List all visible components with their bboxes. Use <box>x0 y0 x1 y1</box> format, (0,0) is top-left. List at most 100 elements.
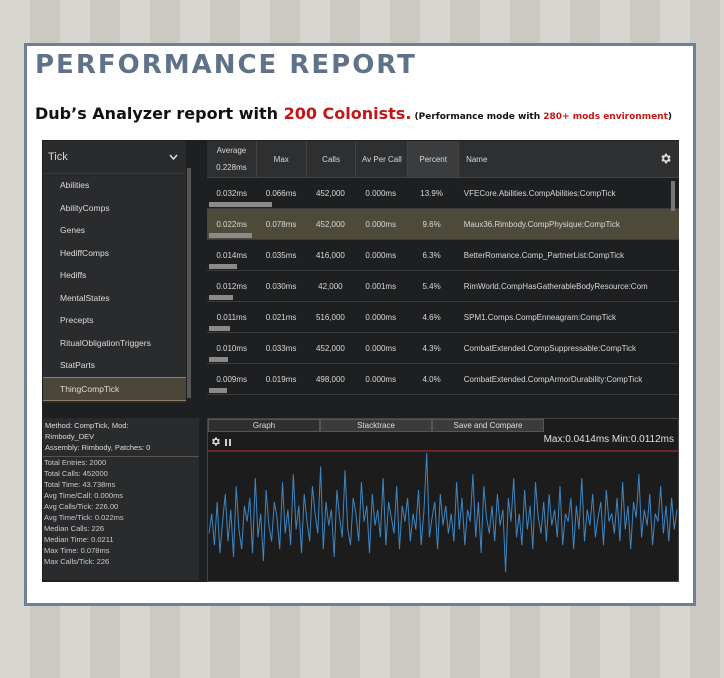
details-mod: Rimbody_DEV <box>45 432 95 441</box>
cell-max: 0.030ms <box>265 281 297 291</box>
cell-calls: 416,000 <box>315 250 345 260</box>
cell-av-per-call: 0.000ms <box>365 374 397 384</box>
stat-avg-time-tick: Avg Time/Tick: 0.022ms <box>44 513 124 522</box>
sidebar-item-abilitycomps[interactable]: AbilityComps <box>43 197 186 220</box>
stat-avg-calls-tick: Avg Calls/Tick: 226.00 <box>44 502 119 511</box>
cell-name: Maux36.Rimbody.CompPhysique:CompTick <box>463 219 620 229</box>
sidebar-item-statparts[interactable]: StatParts <box>43 354 186 377</box>
cell-percent: 4.0% <box>422 374 441 384</box>
col-average-label: Average <box>216 146 247 155</box>
subtitle-note-prefix: (Performance mode with <box>411 112 544 122</box>
cell-av-per-call: 0.000ms <box>365 343 397 353</box>
cell-max: 0.021ms <box>265 312 297 322</box>
cell-calls: 498,000 <box>315 374 345 384</box>
stat-max-calls-tick: Max Calls/Tick: 226 <box>44 557 110 566</box>
details-method: Method: CompTick, Mod: <box>45 421 129 430</box>
subtitle-note-mods: 280+ mods environment <box>543 112 668 122</box>
sidebar-item-mentalstates[interactable]: MentalStates <box>43 287 186 310</box>
cell-name: CombatExtended.CompSuppressable:CompTick <box>463 343 636 353</box>
table-header: Average 0.228ms Max Calls Av Per Call Pe… <box>207 141 679 178</box>
col-average[interactable]: Average 0.228ms <box>207 141 257 177</box>
subtitle-prefix: Dub’s Analyzer report with <box>35 104 284 123</box>
cell-name: CombatExtended.CompArmorDurability:CompT… <box>463 374 643 384</box>
sidebar-item-hediffcomps[interactable]: HediffComps <box>43 242 186 265</box>
stat-total-entries: Total Entries: 2000 <box>44 458 107 467</box>
cell-percent: 13.9% <box>420 188 443 198</box>
cell-av-per-call: 0.001ms <box>365 281 397 291</box>
table-row[interactable]: 0.011ms 0.021ms 516,000 0.000ms 4.6% SPM1.Com… <box>207 302 679 333</box>
cell-average: 0.022ms <box>216 219 248 229</box>
category-label: Tick <box>48 151 68 163</box>
cell-calls: 42,000 <box>318 281 343 291</box>
cell-average: 0.009ms <box>216 374 248 384</box>
cell-percent: 5.4% <box>422 281 441 291</box>
sidebar-item-precepts[interactable]: Precepts <box>43 309 186 332</box>
cell-calls: 516,000 <box>315 312 345 322</box>
col-max[interactable]: Max <box>257 141 307 177</box>
chevron-down-icon <box>169 151 178 163</box>
stat-avg-time-call: Avg Time/Call: 0.000ms <box>44 491 124 500</box>
table-scrollbar[interactable] <box>671 181 675 211</box>
subtitle-colonists: 200 Colonists. <box>283 104 412 123</box>
analyzer-window: Tick Abilities AbilityComps Genes Hediff… <box>42 140 679 582</box>
stat-median-time: Median Time: 0.0211 <box>44 535 114 544</box>
cell-max: 0.066ms <box>265 188 297 198</box>
table-row[interactable]: 0.032ms 0.066ms 452,000 0.000ms 13.9% VFECore… <box>207 178 679 209</box>
col-average-total: 0.228ms <box>216 163 247 172</box>
cell-name: SPM1.Comps.CompEnneagram:CompTick <box>463 312 616 322</box>
tab-save-and-compare[interactable]: Save and Compare <box>432 419 544 432</box>
table-settings-button[interactable] <box>652 141 679 177</box>
graph-plot <box>208 450 678 573</box>
table-row[interactable]: 0.014ms 0.035ms 416,000 0.000ms 6.3% BetterRo… <box>207 240 679 271</box>
page-subtitle: Dub’s Analyzer report with 200 Colonists… <box>35 104 672 123</box>
subtitle-note-suffix: ) <box>667 112 673 122</box>
percent-bar <box>209 357 228 362</box>
graph-tabs: Graph Stacktrace Save and Compare <box>208 419 678 432</box>
stat-total-calls: Total Calls: 452000 <box>44 469 108 478</box>
percent-bar <box>209 233 252 238</box>
table-row[interactable]: 0.010ms 0.033ms 452,000 0.000ms 4.3% CombatEx… <box>207 333 679 364</box>
stat-max-time: Max Time: 0.078ms <box>44 546 110 555</box>
sidebar-item-hediffs[interactable]: Hediffs <box>43 264 186 287</box>
cell-max: 0.019ms <box>265 374 297 384</box>
cell-average: 0.014ms <box>216 250 248 260</box>
col-name[interactable]: Name <box>459 141 652 177</box>
sidebar-item-thingcomptick[interactable]: ThingCompTick <box>43 376 186 401</box>
cell-max: 0.035ms <box>265 250 297 260</box>
tab-graph[interactable]: Graph <box>208 419 320 432</box>
category-dropdown[interactable]: Tick <box>43 141 186 174</box>
table-row[interactable]: 0.009ms 0.019ms 498,000 0.000ms 4.0% CombatEx… <box>207 364 679 395</box>
timing-series-line <box>208 452 678 573</box>
cell-average: 0.012ms <box>216 281 248 291</box>
cell-average: 0.010ms <box>216 343 248 353</box>
cell-av-per-call: 0.000ms <box>365 188 397 198</box>
category-sidebar: Tick Abilities AbilityComps Genes Hediff… <box>43 141 186 403</box>
cell-name: VFECore.Abilities.CompAbilities:CompTick <box>463 188 616 198</box>
table-row[interactable]: 0.012ms 0.030ms 42,000 0.001ms 5.4% RimWorld.… <box>207 271 679 302</box>
sidebar-item-ritualobligationtriggers[interactable]: RitualObligationTriggers <box>43 332 186 355</box>
cell-max: 0.033ms <box>265 343 297 353</box>
percent-bar <box>209 295 233 300</box>
details-panel: Method: CompTick, Mod: Rimbody_DEV Assem… <box>43 418 199 580</box>
percent-bar <box>209 326 230 331</box>
col-av-per-call[interactable]: Av Per Call <box>356 141 409 177</box>
cell-av-per-call: 0.000ms <box>365 219 397 229</box>
sidebar-scrollbar[interactable] <box>187 168 191 398</box>
cell-percent: 4.3% <box>422 343 441 353</box>
cell-calls: 452,000 <box>315 188 345 198</box>
cell-name: BetterRomance.Comp_PartnerList:CompTick <box>463 250 624 260</box>
cell-average: 0.011ms <box>216 312 247 322</box>
stat-median-calls: Median Calls: 226 <box>44 524 105 533</box>
percent-bar <box>209 388 227 393</box>
details-assembly: Assembly: Rimbody, Patches: 0 <box>45 443 151 452</box>
sidebar-item-genes[interactable]: Genes <box>43 219 186 242</box>
tab-stacktrace[interactable]: Stacktrace <box>320 419 432 432</box>
report-card: PERFORMANCE REPORT Dub’s Analyzer report… <box>24 43 696 606</box>
col-calls[interactable]: Calls <box>307 141 357 177</box>
sidebar-item-abilities[interactable]: Abilities <box>43 174 186 197</box>
table-row[interactable]: 0.022ms 0.078ms 452,000 0.000ms 9.6% Maux36.R… <box>207 209 679 240</box>
details-header: Method: CompTick, Mod: Rimbody_DEV Assem… <box>43 418 199 457</box>
cell-percent: 9.6% <box>422 219 441 229</box>
percent-bar <box>209 202 272 207</box>
col-percent[interactable]: Percent <box>408 141 460 177</box>
